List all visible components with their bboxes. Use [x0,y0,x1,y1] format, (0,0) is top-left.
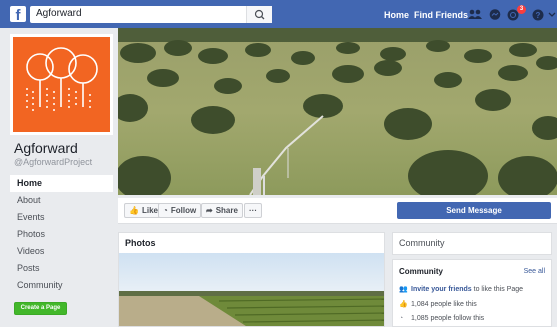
facebook-logo-icon[interactable]: f [10,6,26,22]
see-all-link[interactable]: See all [524,268,545,275]
share-button-label: Share [215,206,238,215]
photos-card: Photos [118,232,385,327]
invite-suffix-text: to like this Page [471,286,524,293]
community-header-tab[interactable]: Community [392,232,552,255]
follows-count-text: 1,085 people follow this [411,315,485,322]
invite-people-icon: 👥 [399,286,408,293]
sidebar-item-community[interactable]: Community [10,277,113,294]
follow-button[interactable]: ◔ Follow [158,203,202,218]
likes-count-text: 1,084 people like this [411,301,477,308]
rss-follow-icon: ◔ [163,206,168,215]
follow-button-label: Follow [170,206,197,215]
follows-count-row: ◔ 1,085 people follow this [399,315,484,322]
create-page-button[interactable]: Create a Page [14,302,67,315]
friend-requests-icon[interactable] [468,9,482,20]
search-input[interactable]: Agforward [30,6,272,23]
thumbs-up-icon: 👍 [129,206,139,215]
nav-home-link[interactable]: Home [384,10,409,20]
share-button[interactable]: ➦ Share [201,203,243,218]
like-button-label: Like [141,206,158,215]
sidebar-item-photos[interactable]: Photos [10,226,113,243]
invite-friends-row: 👥 Invite your friends to like this Page [399,285,523,293]
search-input-value: Agforward [36,8,82,19]
notification-badge: 3 [517,5,526,14]
sidebar-item-events[interactable]: Events [10,209,113,226]
agforward-logo-icon [26,47,98,111]
sidebar-item-videos[interactable]: Videos [10,243,113,260]
invite-friends-link[interactable]: Invite your friends [411,286,472,293]
share-arrow-icon: ➦ [206,206,213,215]
search-button[interactable] [246,6,272,23]
likes-count-row: 👍 1,084 people like this [399,300,477,308]
page-sidebar: Agforward @AgforwardProject Home About E… [0,28,118,327]
community-card: Community See all 👥 Invite your friends t… [392,259,552,327]
community-card-title: Community [399,267,443,276]
page-title: Agforward [14,140,78,156]
cover-photo[interactable] [118,28,557,195]
profile-picture[interactable] [10,34,113,135]
page-username: @AgforwardProject [14,157,93,167]
search-icon [254,9,265,20]
send-message-button[interactable]: Send Message [397,202,551,219]
photos-card-title[interactable]: Photos [125,238,156,248]
rss-follow-icon: ◔ [399,315,404,322]
page-action-bar: 👍 Like ◔ Follow ➦ Share ··· Send Message [118,198,557,224]
messenger-icon[interactable] [489,9,501,20]
sidebar-item-home[interactable]: Home [10,175,113,192]
sidebar-item-about[interactable]: About [10,192,113,209]
top-navigation-bar: f Agforward Home Find Friends 3 ? [0,0,557,28]
sidebar-item-posts[interactable]: Posts [10,260,113,277]
more-options-button[interactable]: ··· [244,203,262,218]
photo-thumbnail[interactable] [119,253,384,326]
account-menu-chevron-icon[interactable] [548,12,556,18]
help-icon[interactable]: ? [532,9,544,21]
svg-text:?: ? [536,11,541,20]
nav-find-friends-link[interactable]: Find Friends [414,10,468,20]
thumbs-up-icon: 👍 [399,301,408,308]
